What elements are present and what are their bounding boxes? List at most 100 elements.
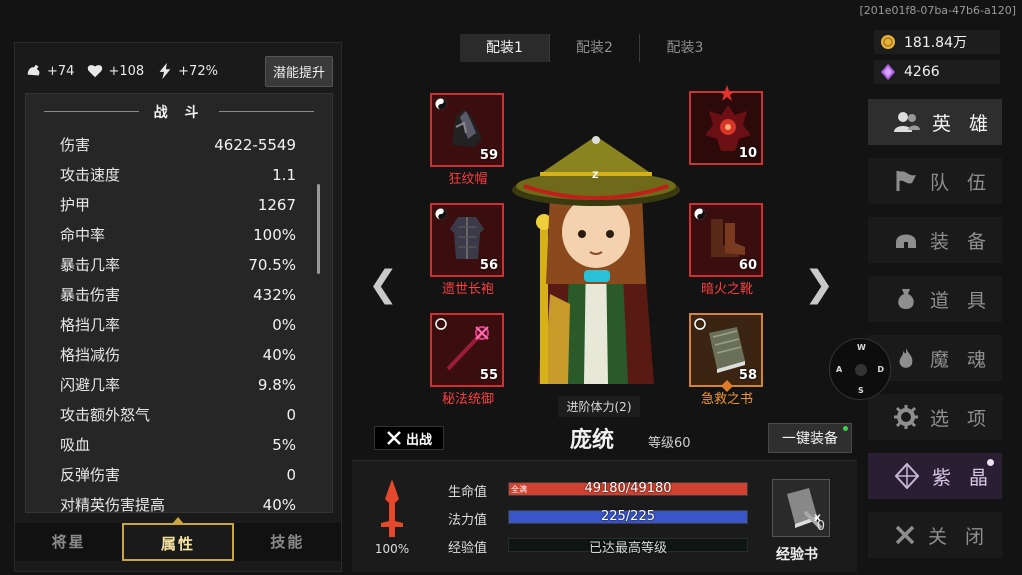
strength-bonus-value: +74 [47, 63, 75, 79]
stat-label: 攻击额外怒气 [60, 406, 151, 424]
nav-label: 关 闭 [928, 525, 991, 548]
stat-row: 暴击几率 70.5% [60, 250, 296, 280]
vitality-bonus-value: +108 [108, 63, 145, 79]
equip-slot-artifact[interactable]: 10 [689, 85, 763, 165]
stat-label: 格挡减伤 [60, 346, 121, 364]
equip-slot-robe[interactable]: 56 [430, 203, 504, 277]
purple-gem-icon [881, 64, 895, 80]
gold-coin-icon [881, 35, 895, 49]
exp-book-label: 经验书 [776, 547, 818, 563]
tab-loadout-2[interactable]: 配装2 [550, 34, 640, 62]
star-icon [719, 85, 735, 101]
strength-bonus: +74 [25, 62, 74, 80]
loadout-tabs: 配装1 配装2 配装3 [460, 34, 730, 62]
potion-percent: 100% [374, 542, 410, 556]
hero-level: 等级60 [648, 436, 691, 451]
robe-icon [450, 217, 484, 259]
gold-display: 181.84万 [874, 30, 1000, 54]
attribute-bonus-row: +74 +108 +72% 潜能提升 [25, 55, 333, 87]
mp-value: 225/225 [600, 509, 655, 524]
stat-label: 护甲 [60, 196, 91, 214]
stat-row: 对精英伤害提高 40% [60, 490, 296, 512]
heroes-icon [894, 112, 920, 132]
hero-portrait[interactable]: Z [510, 134, 682, 396]
equip-slot-book[interactable]: 58 [689, 313, 763, 392]
potential-upgrade-button[interactable]: 潜能提升 [264, 55, 333, 87]
nav-hero[interactable]: 英 雄 [868, 99, 1002, 145]
tab-skills[interactable]: 技能 [234, 523, 341, 561]
advance-stamina-label: 进阶体力(2) [558, 396, 640, 417]
slot-level: 60 [738, 258, 757, 273]
nav-team[interactable]: 队 伍 [868, 158, 1002, 204]
joystick-center [855, 364, 867, 376]
equip-all-label: 一键装备 [782, 431, 838, 447]
nav-label: 装 备 [930, 230, 993, 253]
stat-value: 40% [262, 346, 296, 364]
stat-value: 1.1 [272, 166, 296, 184]
stat-row: 攻击额外怒气 0 [60, 400, 296, 430]
prev-hero-arrow[interactable]: ❮ [368, 264, 398, 305]
gold-amount: 181.84万 [904, 35, 967, 51]
exp-book-slot[interactable]: X 0 [772, 479, 830, 537]
stat-row: 伤害 4622-5549 [60, 130, 296, 160]
stat-label: 吸血 [60, 436, 91, 454]
nav-options[interactable]: 选 项 [868, 394, 1002, 440]
gear-icon [894, 405, 918, 429]
flag-icon [896, 171, 916, 191]
bag-icon [898, 289, 914, 309]
stat-value: 100% [253, 226, 296, 244]
stat-row: 攻击速度 1.1 [60, 160, 296, 190]
nav-amethyst[interactable]: 紫 晶 [868, 453, 1002, 499]
stat-value: 0 [286, 406, 296, 424]
slot-level: 58 [738, 368, 757, 383]
slot-name-weapon: 秘法统御 [441, 392, 494, 407]
stat-row: 反弹伤害 0 [60, 460, 296, 490]
slot-name-boots: 暗火之靴 [700, 282, 753, 297]
crossed-swords-icon [387, 431, 401, 445]
battle-button[interactable]: 出战 [374, 426, 444, 450]
stats-scrollbar[interactable] [317, 184, 320, 274]
hp-value: 49180/49180 [584, 481, 672, 496]
key-d: D [877, 365, 884, 374]
gem-amount: 4266 [904, 64, 940, 80]
hero-mark: Z [592, 171, 599, 181]
exp-value: 已达最高等级 [588, 541, 667, 556]
slot-name-robe: 遗世长袍 [441, 282, 494, 297]
nav-items[interactable]: 道 具 [868, 276, 1002, 322]
battle-button-label: 出战 [405, 432, 432, 448]
staff-icon [446, 326, 489, 371]
tab-attributes[interactable]: 属性 [122, 517, 234, 561]
session-id-label: [201e01f8-07ba-47b6-a120] [859, 4, 1016, 17]
equip-all-button[interactable]: 一键装备 [768, 423, 852, 453]
wasd-joystick[interactable]: W A D S [829, 338, 891, 400]
tab-stars[interactable]: 将星 [15, 523, 122, 561]
section-title: 战 斗 [26, 102, 332, 122]
vitality-bonus: +108 [86, 62, 144, 80]
nav-label: 选 项 [930, 407, 993, 430]
equip-slot-weapon[interactable]: 55 [430, 313, 504, 387]
tab-loadout-1[interactable]: 配装1 [460, 34, 550, 62]
nav-close[interactable]: 关 闭 [868, 512, 1002, 558]
stat-label: 闪避几率 [60, 376, 121, 394]
nav-equipment[interactable]: 装 备 [868, 217, 1002, 263]
stat-row: 暴击伤害 432% [60, 280, 296, 310]
mp-label: 法力值 [448, 513, 488, 528]
tab-loadout-3[interactable]: 配装3 [640, 34, 730, 62]
exp-label: 经验值 [448, 541, 488, 556]
exp-book-count: 0 [816, 519, 825, 534]
mp-bar: 225/225 [508, 509, 748, 524]
potion-indicator[interactable]: 100% [372, 479, 412, 556]
hp-bar: 全满 49180/49180 [508, 481, 748, 496]
notification-dot [987, 459, 994, 466]
key-w: W [857, 343, 866, 352]
gem-display: 4266 [874, 60, 1000, 84]
stat-value: 4622-5549 [214, 136, 296, 154]
next-hero-arrow[interactable]: ❯ [804, 264, 834, 305]
stat-value: 9.8% [257, 376, 296, 394]
slot-name-hat: 狂纹帽 [448, 172, 488, 187]
close-icon [895, 525, 915, 545]
equip-slot-boots[interactable]: 60 [689, 203, 763, 277]
stat-value: 1267 [257, 196, 296, 214]
hero-stats-panel: +74 +108 +72% 潜能提升 战 斗 伤害 4622-5549 攻击速度 1… [14, 42, 342, 572]
equip-slot-hat[interactable]: 59 [430, 93, 504, 167]
